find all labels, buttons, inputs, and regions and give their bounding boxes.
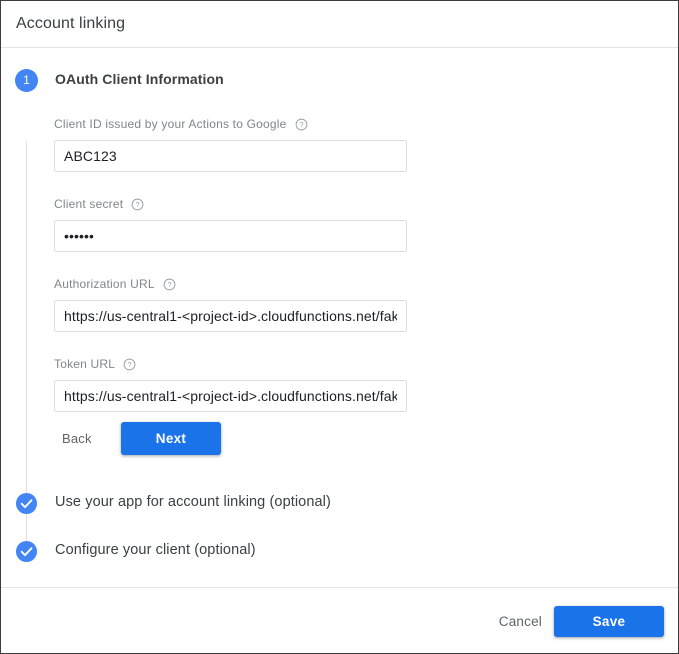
dialog-footer: Cancel Save: [1, 587, 678, 653]
field-client-secret: Client secret ?: [54, 195, 407, 252]
help-circle-icon[interactable]: ?: [123, 358, 136, 371]
stepper-connector-line: [26, 141, 27, 543]
field-label-authorization-url: Authorization URL: [54, 277, 155, 291]
field-client-id: Client ID issued by your Actions to Goog…: [54, 115, 407, 172]
back-button[interactable]: Back: [54, 422, 100, 455]
svg-text:?: ?: [299, 120, 303, 129]
save-button[interactable]: Save: [554, 606, 664, 637]
field-label-row-client-id: Client ID issued by your Actions to Goog…: [54, 115, 407, 133]
field-label-row-token-url: Token URL ?: [54, 355, 407, 373]
step-title-configure-your-client: Configure your client (optional): [55, 542, 256, 558]
cancel-button[interactable]: Cancel: [489, 606, 552, 638]
stepper-body: 1 OAuth Client Information Client ID iss…: [1, 49, 678, 586]
account-linking-dialog: Account linking 1 OAuth Client Informati…: [0, 0, 679, 654]
client-id-input[interactable]: [54, 140, 407, 172]
next-button[interactable]: Next: [121, 422, 221, 455]
svg-text:?: ?: [128, 360, 132, 369]
svg-text:?: ?: [167, 280, 171, 289]
help-circle-icon[interactable]: ?: [131, 198, 144, 211]
client-secret-input[interactable]: [54, 220, 407, 252]
help-circle-icon[interactable]: ?: [295, 118, 308, 131]
authorization-url-input[interactable]: [54, 300, 407, 332]
dialog-header: Account linking: [1, 1, 678, 48]
token-url-input[interactable]: [54, 380, 407, 412]
field-token-url: Token URL ?: [54, 355, 407, 412]
field-spacer: [54, 172, 407, 195]
field-spacer: [54, 332, 407, 355]
oauth-form-fields: Client ID issued by your Actions to Goog…: [54, 115, 407, 412]
svg-text:?: ?: [136, 200, 140, 209]
field-label-token-url: Token URL: [54, 357, 116, 371]
field-label-row-authorization-url: Authorization URL ?: [54, 275, 407, 293]
check-circle-icon: [15, 540, 38, 563]
field-label-row-client-secret: Client secret ?: [54, 195, 407, 213]
help-circle-icon[interactable]: ?: [163, 278, 176, 291]
step-title-oauth: OAuth Client Information: [55, 71, 224, 87]
check-circle-icon: [15, 492, 38, 515]
step-title-use-your-app: Use your app for account linking (option…: [55, 494, 331, 510]
step-number-badge: 1: [15, 69, 38, 92]
field-label-client-id: Client ID issued by your Actions to Goog…: [54, 117, 287, 131]
field-label-client-secret: Client secret: [54, 197, 124, 211]
page-title: Account linking: [16, 15, 126, 32]
field-spacer: [54, 252, 407, 275]
field-authorization-url: Authorization URL ?: [54, 275, 407, 332]
